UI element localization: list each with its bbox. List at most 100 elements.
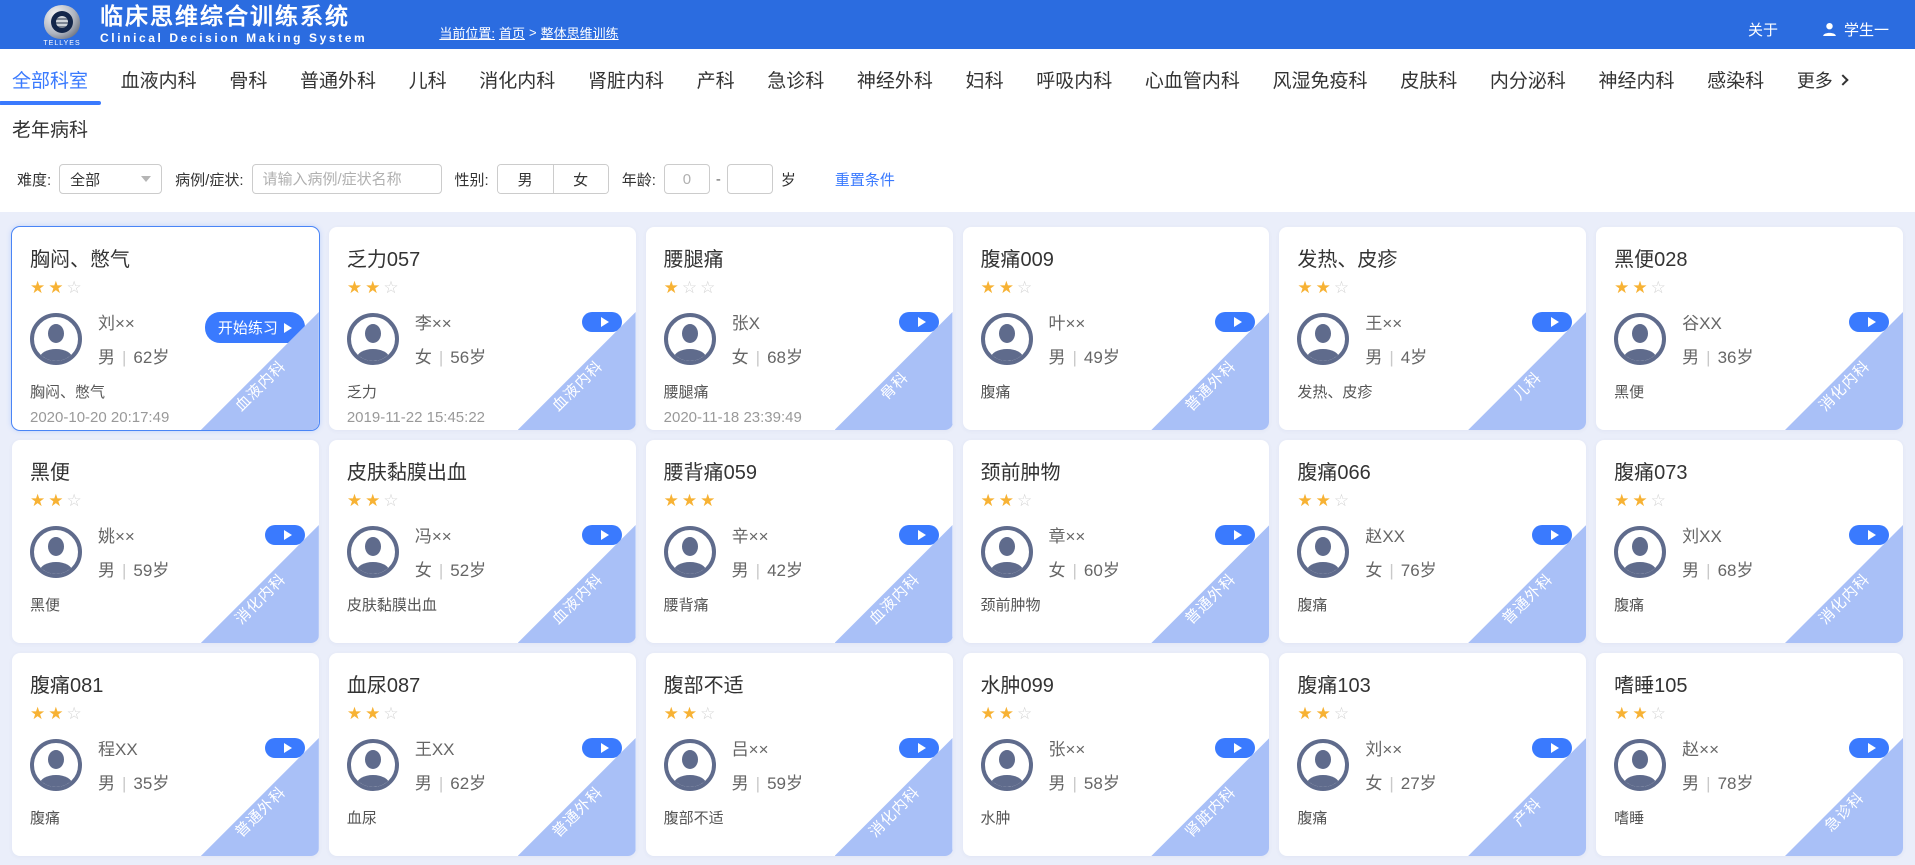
patient-row: 王XX 男|62岁 (347, 735, 618, 794)
play-icon (1234, 743, 1242, 753)
case-card[interactable]: 颈前肿物 ★★☆ 章×× 女|60岁 颈前肿物 普通外科 (963, 440, 1270, 643)
tellyes-logo: TELLYES (38, 3, 86, 47)
case-card[interactable]: 腹痛081 ★★☆ 程XX 男|35岁 腹痛 普通外科 (12, 653, 319, 856)
case-title: 腹痛081 (30, 669, 301, 698)
dept-tab[interactable]: 血液内科 (121, 49, 197, 110)
start-practice-button[interactable] (899, 312, 939, 332)
patient-gender-age: 女|60岁 (1049, 556, 1120, 581)
user-menu[interactable]: 学生一 (1822, 19, 1889, 40)
start-practice-button[interactable] (265, 738, 305, 758)
dept-tab[interactable]: 全部科室 (12, 49, 88, 110)
case-card[interactable]: 腹痛066 ★★☆ 赵XX 女|76岁 腹痛 普通外科 (1279, 440, 1586, 643)
divider: | (1382, 561, 1400, 580)
start-practice-button[interactable] (582, 525, 622, 545)
dept-tab[interactable]: 妇科 (966, 49, 1004, 110)
dept-tab[interactable]: 神经内科 (1599, 49, 1675, 110)
case-title: 腹痛073 (1614, 456, 1885, 485)
dept-tab[interactable]: 呼吸内科 (1036, 49, 1112, 110)
more-tabs-button[interactable]: 更多 (1797, 49, 1847, 110)
patient-avatar-icon (664, 739, 716, 791)
start-practice-button[interactable] (899, 525, 939, 545)
patient-row: 张X 女|68岁 (664, 309, 935, 368)
start-practice-button[interactable] (1532, 525, 1572, 545)
patient-age: 42岁 (767, 561, 803, 580)
case-card[interactable]: 腰腿痛 ★☆☆ 张X 女|68岁 腰腿痛 2020-11-18 23:39:49… (646, 227, 953, 430)
case-card[interactable]: 腹痛009 ★★☆ 叶×× 男|49岁 腹痛 普通外科 (963, 227, 1270, 430)
star-filled-icon: ★ (1316, 704, 1334, 723)
case-card[interactable]: 腰背痛059 ★★★ 辛×× 男|42岁 腰背痛 血液内科 (646, 440, 953, 643)
dept-tab[interactable]: 风湿免疫科 (1273, 49, 1368, 110)
patient-gender: 男 (1049, 348, 1066, 367)
patient-gender: 女 (732, 348, 749, 367)
start-practice-button[interactable] (1215, 525, 1255, 545)
start-practice-button[interactable] (265, 525, 305, 545)
star-filled-icon: ★ (999, 704, 1017, 723)
start-practice-button[interactable] (1849, 525, 1889, 545)
start-practice-button[interactable]: 开始练习 (205, 312, 305, 343)
male-button[interactable]: 男 (498, 165, 553, 193)
start-practice-button[interactable] (1215, 738, 1255, 758)
case-card[interactable]: 皮肤黏膜出血 ★★☆ 冯×× 女|52岁 皮肤黏膜出血 血液内科 (329, 440, 636, 643)
star-filled-icon: ★ (347, 491, 365, 510)
case-card[interactable]: 水肿099 ★★☆ 张×× 男|58岁 水肿 肾脏内科 (963, 653, 1270, 856)
patient-avatar-icon (30, 526, 82, 578)
case-card[interactable]: 腹部不适 ★★☆ 吕×× 男|59岁 腹部不适 消化内科 (646, 653, 953, 856)
case-card[interactable]: 黑便028 ★★☆ 谷XX 男|36岁 黑便 消化内科 (1596, 227, 1903, 430)
logo-icon (44, 5, 80, 39)
chevron-down-icon (141, 176, 151, 182)
dept-tab[interactable]: 儿科 (409, 49, 447, 110)
start-practice-button[interactable] (899, 738, 939, 758)
age-min-input[interactable] (664, 164, 710, 194)
case-search-input[interactable] (252, 164, 442, 194)
play-icon (1868, 743, 1876, 753)
divider: | (749, 774, 767, 793)
start-practice-button[interactable] (1215, 312, 1255, 332)
start-practice-button[interactable] (582, 738, 622, 758)
patient-gender-age: 女|52岁 (415, 556, 486, 581)
dept-tab[interactable]: 肾脏内科 (588, 49, 664, 110)
star-filled-icon: ★ (365, 704, 383, 723)
patient-gender-age: 男|59岁 (98, 556, 169, 581)
divider: | (432, 348, 450, 367)
start-practice-button[interactable] (1849, 312, 1889, 332)
case-card[interactable]: 黑便 ★★☆ 姚×× 男|59岁 黑便 消化内科 (12, 440, 319, 643)
dept-tab[interactable]: 骨科 (229, 49, 267, 110)
about-link[interactable]: 关于 (1748, 19, 1778, 40)
dept-tab[interactable]: 普通外科 (300, 49, 376, 110)
difficulty-select[interactable]: 全部 (59, 164, 162, 194)
age-max-input[interactable] (727, 164, 773, 194)
start-practice-button[interactable] (1849, 738, 1889, 758)
start-practice-button[interactable] (582, 312, 622, 332)
start-practice-button[interactable] (1532, 312, 1572, 332)
dept-tab-label: 内分泌科 (1490, 66, 1566, 93)
star-rating: ★☆☆ (664, 279, 935, 296)
patient-age: 35岁 (133, 774, 169, 793)
patient-gender-age: 女|56岁 (415, 343, 486, 368)
case-card[interactable]: 乏力057 ★★☆ 李×× 女|56岁 乏力 2019-11-22 15:45:… (329, 227, 636, 430)
patient-age: 58岁 (1084, 774, 1120, 793)
patient-gender: 男 (1682, 561, 1699, 580)
dept-tab[interactable]: 神经外科 (857, 49, 933, 110)
case-card[interactable]: 胸闷、憋气 ★★☆ 刘×× 男|62岁 胸闷、憋气 2020-10-20 20:… (12, 227, 319, 430)
start-practice-button[interactable] (1532, 738, 1572, 758)
reset-filters-link[interactable]: 重置条件 (835, 169, 895, 190)
case-card[interactable]: 腹痛073 ★★☆ 刘XX 男|68岁 腹痛 消化内科 (1596, 440, 1903, 643)
dept-tab[interactable]: 感染科 (1707, 49, 1764, 110)
dept-tab[interactable]: 心血管内科 (1145, 49, 1240, 110)
dept-tab[interactable]: 老年病科 (12, 115, 88, 142)
case-card[interactable]: 血尿087 ★★☆ 王XX 男|62岁 血尿 普通外科 (329, 653, 636, 856)
divider: | (1066, 348, 1084, 367)
female-button[interactable]: 女 (553, 165, 608, 193)
dept-tab[interactable]: 内分泌科 (1490, 49, 1566, 110)
dept-tab-label: 神经外科 (857, 66, 933, 93)
case-card[interactable]: 腹痛103 ★★☆ 刘×× 女|27岁 腹痛 产科 (1279, 653, 1586, 856)
case-title: 颈前肿物 (981, 456, 1252, 485)
dept-tab[interactable]: 产科 (697, 49, 735, 110)
dept-tab[interactable]: 皮肤科 (1400, 49, 1457, 110)
star-empty-icon: ☆ (1651, 491, 1669, 510)
dept-tab[interactable]: 消化内科 (479, 49, 555, 110)
case-card[interactable]: 嗜睡105 ★★☆ 赵×× 男|78岁 嗜睡 急诊科 (1596, 653, 1903, 856)
breadcrumb-home-link[interactable]: 首页 (499, 23, 525, 42)
dept-tab[interactable]: 急诊科 (767, 49, 824, 110)
case-card[interactable]: 发热、皮疹 ★★☆ 王×× 男|4岁 发热、皮疹 儿科 (1279, 227, 1586, 430)
